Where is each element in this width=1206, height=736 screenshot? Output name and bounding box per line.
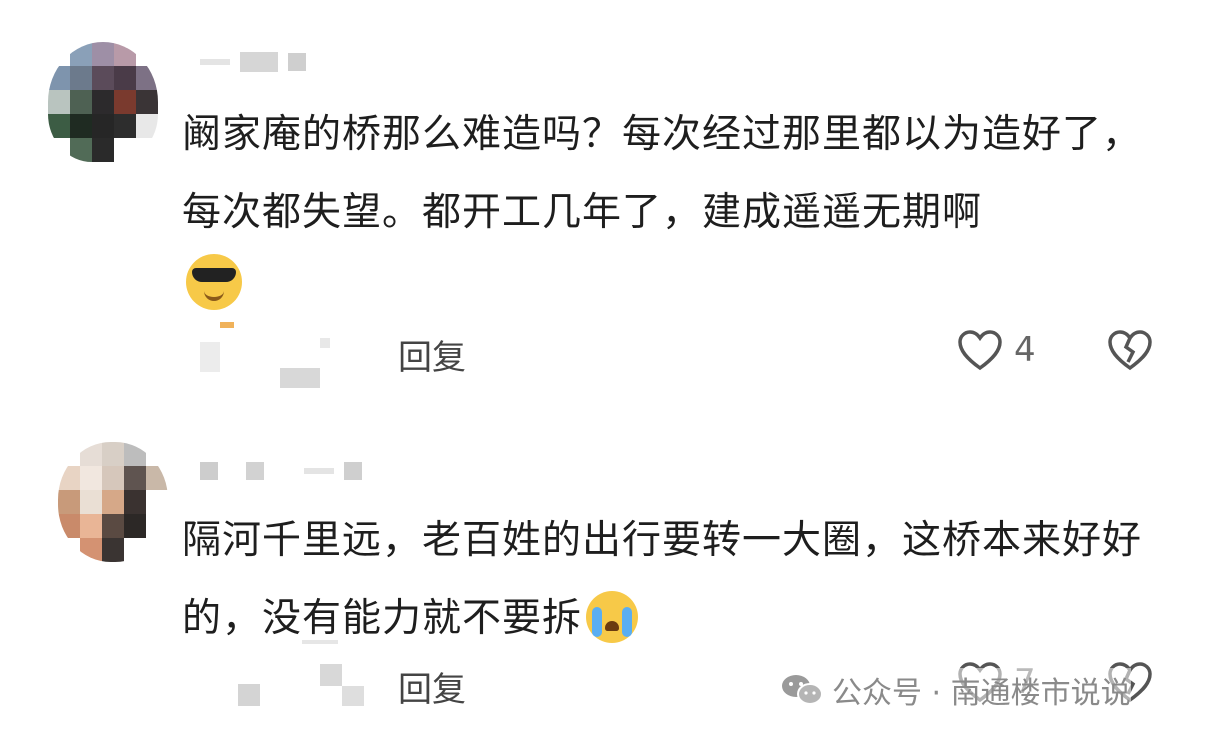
username-obscured[interactable] — [200, 462, 362, 480]
sunglasses-emoji-icon — [186, 254, 242, 310]
broken-heart-icon — [1108, 330, 1152, 371]
timestamp-obscured — [200, 318, 350, 388]
comment-text: 阚家庵的桥那么难造吗？每次经过那里都以为造好了，每次都失望。都开工几年了，建成遥… — [182, 96, 1172, 252]
like-button[interactable]: 4 — [956, 328, 1036, 372]
avatar[interactable] — [48, 42, 158, 162]
dislike-button[interactable] — [1106, 328, 1154, 376]
comment-body: 阚家庵的桥那么难造吗？每次经过那里都以为造好了，每次都失望。都开工几年了，建成遥… — [182, 112, 1143, 235]
comment-item: 阚家庵的桥那么难造吗？每次经过那里都以为造好了，每次都失望。都开工几年了，建成遥… — [0, 0, 1206, 410]
watermark-text: 公众号 · 南通楼市说说 — [832, 676, 1131, 711]
comment-body: 隔河千里远，老百姓的出行要转一大圈，这桥本来好好的，没有能力就不要拆 — [182, 518, 1143, 641]
wechat-icon — [782, 675, 823, 705]
reply-button[interactable]: 回复 — [398, 330, 466, 379]
avatar[interactable] — [58, 442, 168, 562]
username-obscured[interactable] — [200, 52, 306, 72]
like-count: 4 — [1014, 330, 1036, 370]
heart-icon — [958, 330, 1002, 371]
watermark: 公众号 · 南通楼市说说 — [780, 668, 1131, 712]
timestamp-obscured — [238, 640, 378, 710]
reply-button[interactable]: 回复 — [398, 662, 466, 711]
comment-text: 隔河千里远，老百姓的出行要转一大圈，这桥本来好好的，没有能力就不要拆 — [182, 502, 1172, 658]
crying-emoji-icon — [586, 590, 639, 643]
